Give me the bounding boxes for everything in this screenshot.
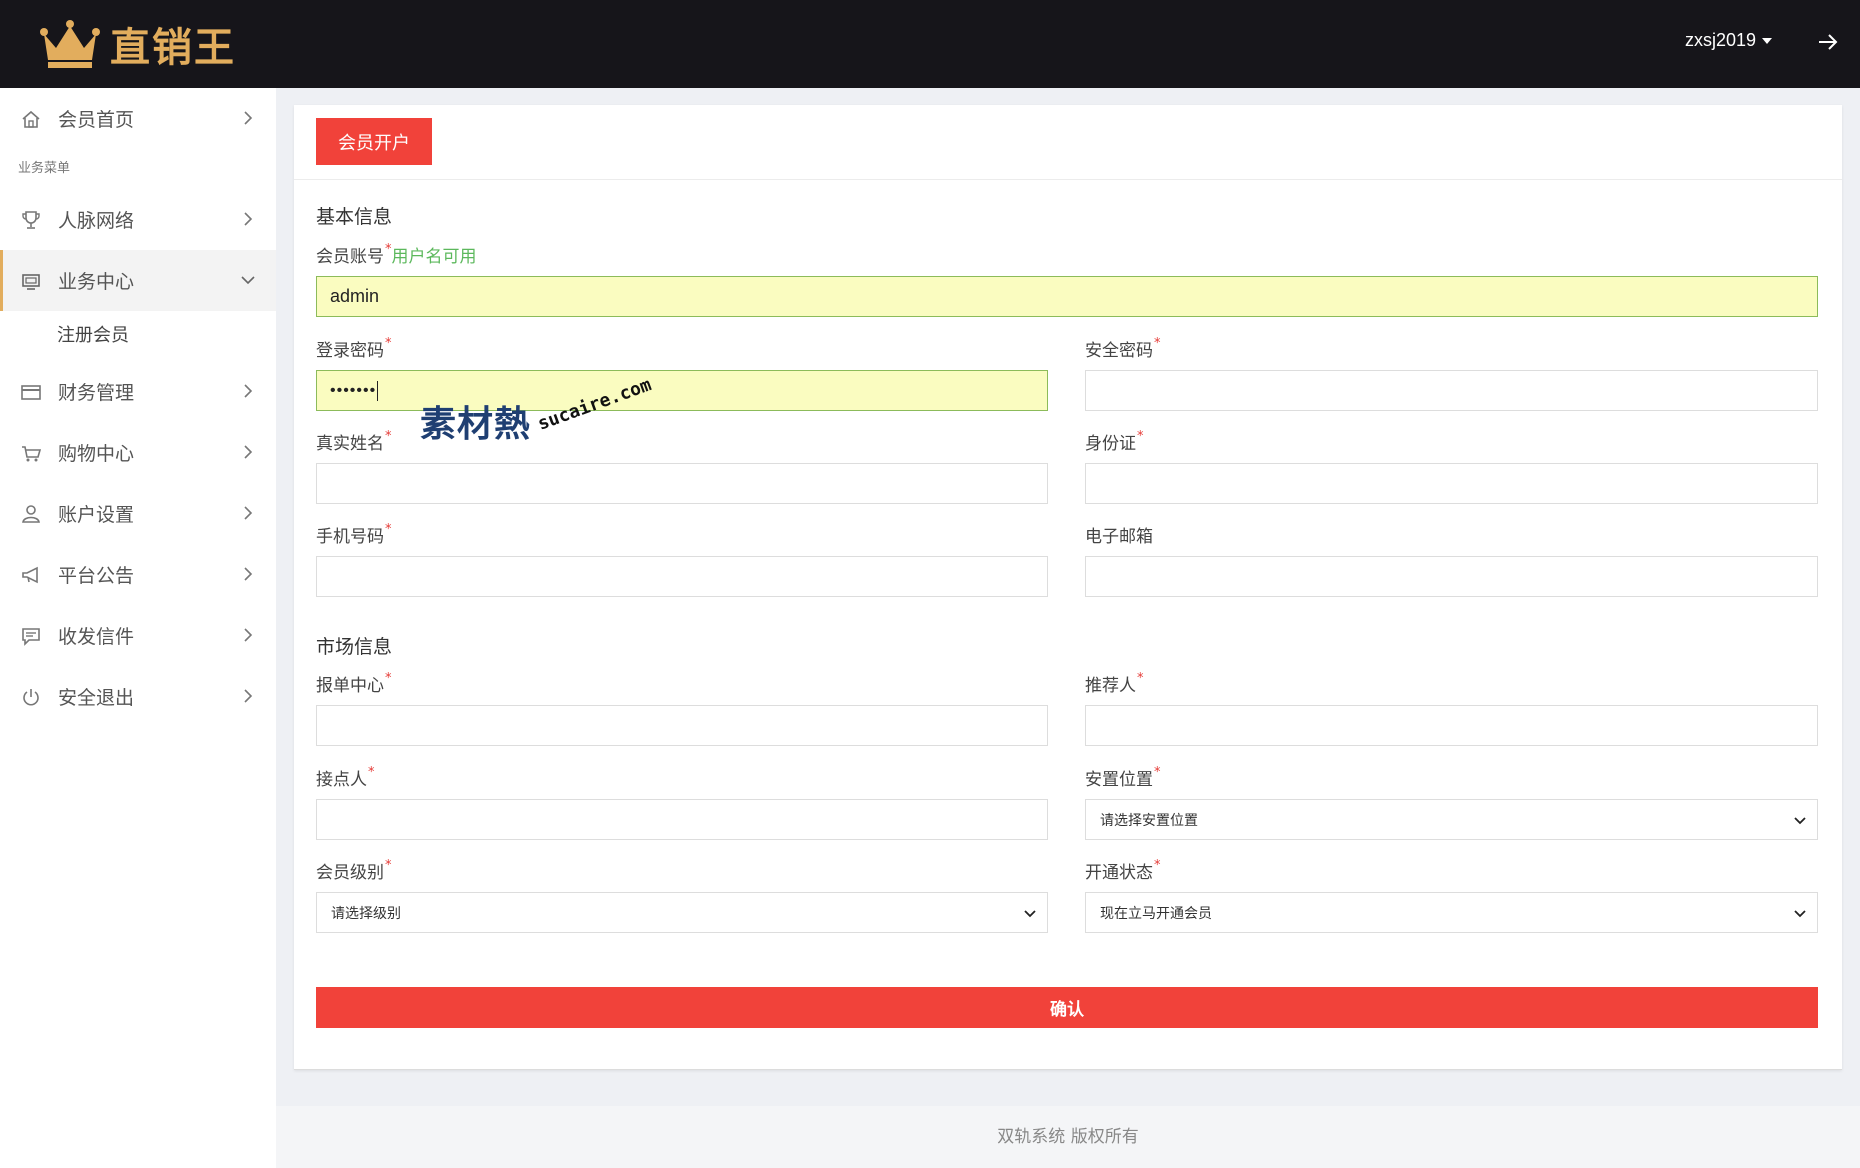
real-name-label: 真实姓名* [316, 429, 392, 454]
tab-open-account[interactable]: 会员开户 [316, 118, 432, 165]
trophy-icon [20, 209, 42, 231]
power-icon [20, 686, 42, 708]
chevron-down-icon [1024, 910, 1036, 918]
section-title-market: 市场信息 [316, 636, 393, 658]
top-bar: 直销王 zxsj2019 [0, 0, 1860, 88]
chevron-down-icon [241, 276, 255, 285]
footer-copyright: 双轨系统 版权所有 [276, 1106, 1860, 1168]
card-header: 会员开户 [294, 105, 1842, 180]
chevron-right-icon [244, 445, 253, 459]
activation-status-label: 开通状态* [1085, 858, 1161, 883]
phone-input[interactable] [316, 556, 1048, 597]
sidebar-item-label: 平台公告 [58, 565, 135, 587]
referrer-label: 推荐人* [1085, 671, 1144, 696]
sidebar-item-announcements[interactable]: 平台公告 [0, 544, 276, 605]
phone-label: 手机号码* [316, 522, 392, 547]
chevron-right-icon [244, 111, 253, 125]
sidebar-item-account[interactable]: 账户设置 [0, 483, 276, 544]
security-password-input[interactable] [1085, 370, 1818, 411]
username: zxsj2019 [1684, 30, 1756, 50]
chevron-right-icon [244, 384, 253, 398]
sidebar-item-finance[interactable]: 财务管理 [0, 361, 276, 422]
login-password-input[interactable]: ••••••• [316, 370, 1048, 411]
sidebar-item-label: 收发信件 [58, 626, 135, 648]
sidebar-item-label: 财务管理 [58, 382, 135, 404]
chevron-right-icon [244, 689, 253, 703]
position-label: 安置位置* [1085, 765, 1161, 790]
sidebar-item-label: 人脉网络 [58, 210, 135, 232]
user-icon [20, 503, 42, 525]
sidebar-subitem-register-member[interactable]: 注册会员 [0, 311, 276, 361]
caret-down-icon [1762, 37, 1772, 44]
monitor-icon [20, 270, 42, 292]
logo-text: 直销王 [110, 24, 236, 71]
chevron-down-icon [1794, 817, 1806, 825]
crown-icon [40, 20, 100, 68]
account-available-message: 用户名可用 [391, 247, 477, 267]
sidebar-item-label: 会员首页 [58, 109, 135, 131]
account-input[interactable]: admin [316, 276, 1818, 317]
sidebar-section-label: 业务菜单 [18, 161, 71, 176]
email-label: 电子邮箱 [1085, 527, 1153, 547]
contact-person-label: 接点人* [316, 765, 375, 790]
chevron-right-icon [244, 212, 253, 226]
sidebar-item-logout[interactable]: 安全退出 [0, 666, 276, 727]
confirm-button[interactable]: 确认 [316, 987, 1818, 1028]
security-password-label: 安全密码* [1085, 336, 1161, 361]
member-level-label: 会员级别* [316, 858, 392, 883]
login-password-label: 登录密码* [316, 336, 392, 361]
id-card-input[interactable] [1085, 463, 1818, 504]
chevron-right-icon [244, 628, 253, 642]
chevron-down-icon [1794, 910, 1806, 918]
logo[interactable]: 直销王 [40, 14, 236, 74]
report-center-input[interactable] [316, 705, 1048, 746]
member-level-select[interactable]: 请选择级别 [316, 892, 1048, 933]
real-name-input[interactable] [316, 463, 1048, 504]
report-center-label: 报单中心* [316, 671, 392, 696]
user-menu[interactable]: zxsj2019 [1685, 30, 1772, 51]
referrer-input[interactable] [1085, 705, 1818, 746]
activation-status-select[interactable]: 现在立马开通会员 [1085, 892, 1818, 933]
sidebar-item-messages[interactable]: 收发信件 [0, 605, 276, 666]
id-card-label: 身份证* [1085, 429, 1144, 454]
sidebar-item-label: 业务中心 [58, 271, 135, 293]
position-select[interactable]: 请选择安置位置 [1085, 799, 1818, 840]
cart-icon [20, 442, 42, 464]
sidebar-item-shopping[interactable]: 购物中心 [0, 422, 276, 483]
chevron-right-icon [244, 506, 253, 520]
logout-arrow-icon[interactable] [1814, 28, 1842, 56]
message-icon [20, 625, 42, 647]
sidebar-item-network[interactable]: 人脉网络 [0, 189, 276, 250]
main-content: 会员开户 基本信息 会员账号*用户名可用 admin 登录密码* •••••••… [276, 88, 1860, 1168]
sidebar-item-label: 购物中心 [58, 443, 135, 465]
card-icon [20, 381, 42, 403]
form-card: 会员开户 基本信息 会员账号*用户名可用 admin 登录密码* •••••••… [294, 105, 1842, 1070]
sidebar-item-label: 账户设置 [58, 504, 135, 526]
account-label: 会员账号*用户名可用 [316, 242, 477, 267]
home-icon [20, 108, 42, 130]
contact-person-input[interactable] [316, 799, 1048, 840]
section-title-basic: 基本信息 [316, 206, 393, 228]
megaphone-icon [20, 564, 42, 586]
chevron-right-icon [244, 567, 253, 581]
sidebar-item-business[interactable]: 业务中心 [0, 250, 276, 311]
text-cursor [377, 380, 379, 401]
email-input[interactable] [1085, 556, 1818, 597]
sidebar-item-home[interactable]: 会员首页 [0, 88, 276, 149]
sidebar: 会员首页 业务菜单 人脉网络 业务中心 注册会员 财务管理 购物中心 账户设置 … [0, 88, 276, 1168]
sidebar-item-label: 安全退出 [58, 687, 135, 709]
